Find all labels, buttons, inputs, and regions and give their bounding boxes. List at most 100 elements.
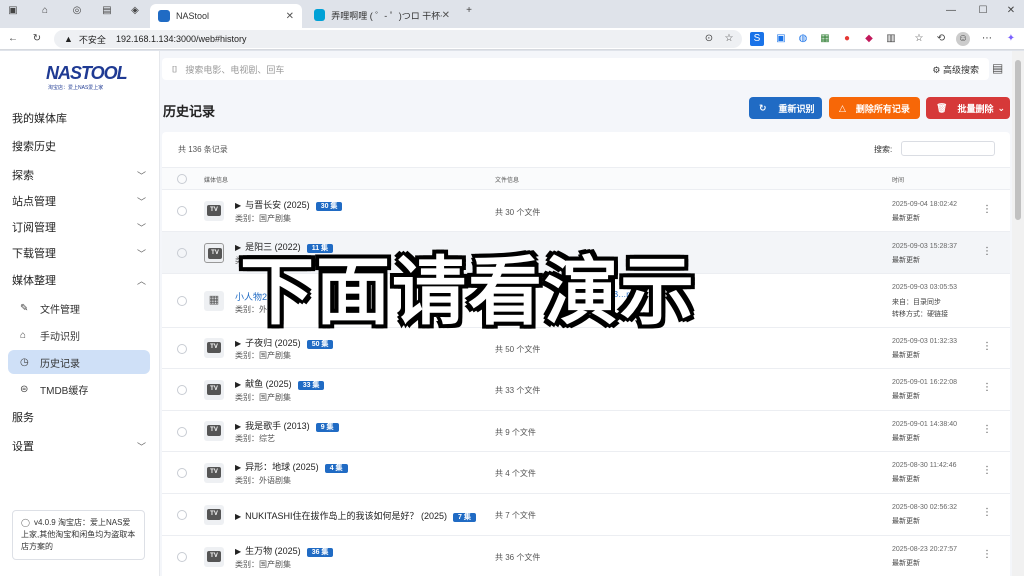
row-checkbox[interactable]	[177, 296, 187, 306]
update-status: 最新更新	[892, 257, 920, 264]
tab-nastool[interactable]: NAStool ✕	[150, 4, 302, 28]
sliders-icon: ⚙	[932, 64, 943, 75]
more-actions-icon[interactable]: ⋮	[982, 204, 992, 215]
sidebar-item-tmdb-cache[interactable]: ⊜ TMDB缓存	[8, 377, 150, 401]
media-search-input[interactable]: ⌷ 搜索电影、电视剧、回车 ⚙ 高级搜索	[162, 58, 989, 80]
nav-media-organize[interactable]: 媒体整理 ︿	[12, 271, 152, 289]
read-mode-icon[interactable]: ⊙	[702, 32, 716, 46]
nav-services[interactable]: 服务	[12, 408, 152, 426]
table-row[interactable]: TV ▶ NUKITASHI住在拔作岛上的我该如何是好？ (2025) 7 集 共 …	[162, 493, 1010, 535]
row-checkbox[interactable]	[177, 385, 187, 395]
nav-search-history[interactable]: 搜索历史	[12, 137, 152, 155]
advanced-search-link[interactable]: ⚙ 高级搜索	[932, 63, 979, 76]
episode-badge: 50 集	[306, 340, 334, 349]
more-actions-icon[interactable]: ⋮	[982, 246, 992, 257]
media-category: 类别：国产剧集	[235, 393, 291, 402]
nav-settings[interactable]: 设置 ﹀	[12, 437, 152, 455]
select-all-checkbox[interactable]	[177, 174, 187, 184]
scrollbar-thumb[interactable]	[1015, 60, 1021, 220]
back-icon[interactable]: ←	[6, 32, 20, 46]
extension-s-icon[interactable]: S	[750, 32, 764, 46]
history-icon[interactable]: ⟲	[934, 32, 948, 46]
favorites-bar-icon[interactable]: ☆	[912, 32, 926, 46]
home-icon[interactable]: ⌂	[38, 4, 52, 18]
media-title[interactable]: ▶ 与晋长安 (2025) 30 集	[235, 198, 343, 211]
row-checkbox[interactable]	[177, 510, 187, 520]
media-title[interactable]: ▶ 异形：地球 (2025) 4 集	[235, 460, 348, 473]
tv-icon: TV	[204, 243, 224, 263]
row-checkbox[interactable]	[177, 248, 187, 258]
table-search-input[interactable]	[901, 141, 995, 156]
address-bar-row: ← ↻ ▲ 不安全 192.168.1.134:3000/web#history…	[0, 28, 1024, 50]
delete-all-records-button[interactable]: △ 删除所有记录	[829, 97, 920, 119]
new-tab-icon[interactable]: +	[462, 4, 476, 18]
extension-icon[interactable]: ◆	[862, 32, 876, 46]
tab-actions-icon[interactable]: ▣	[6, 4, 20, 18]
row-checkbox[interactable]	[177, 206, 187, 216]
nav-explore[interactable]: 探索 ﹀	[12, 166, 152, 184]
reidentify-button[interactable]: ↻ 重新识别	[749, 97, 822, 119]
warning-icon: △	[839, 102, 846, 113]
media-title[interactable]: ▶ 献鱼 (2025) 33 集	[235, 377, 325, 390]
window-close-icon[interactable]: ✕	[1004, 4, 1018, 18]
dsm-icon[interactable]: ▤	[100, 4, 114, 18]
episode-badge: 4 集	[324, 464, 348, 473]
row-checkbox[interactable]	[177, 468, 187, 478]
episode-badge: 36 集	[306, 548, 334, 557]
media-title[interactable]: ▶ NUKITASHI住在拔作岛上的我该如何是好？ (2025) 7 集	[235, 509, 476, 522]
sidebar-item-file-manager[interactable]: ✎ 文件管理	[8, 296, 150, 320]
more-actions-icon[interactable]: ⋮	[982, 424, 992, 435]
row-checkbox[interactable]	[177, 552, 187, 562]
row-checkbox[interactable]	[177, 344, 187, 354]
sidebar-item-history[interactable]: ◷ 历史记录	[8, 350, 150, 374]
tab-bilibili[interactable]: 弄哩啊哩 ( ゜- ゜)つロ 干杯~-bilibili ✕	[308, 4, 456, 26]
file-info[interactable]: 共 4 个文件	[495, 468, 536, 479]
nav-site-management[interactable]: 站点管理 ﹀	[12, 192, 152, 210]
globe-icon[interactable]: ◎	[70, 4, 84, 18]
media-title[interactable]: ▶ 生万物 (2025) 36 集	[235, 544, 334, 557]
minimize-icon[interactable]: —	[944, 4, 958, 18]
tab-favicon-icon[interactable]: ◈	[128, 4, 142, 18]
url-field[interactable]: ▲ 不安全 192.168.1.134:3000/web#history	[54, 30, 742, 48]
table-row[interactable]: TV ▶ 我是歌手 (2013) 9 集 类别：综艺 共 9 个文件 2025-09…	[162, 410, 1010, 451]
table-row[interactable]: TV ▶ 与晋长安 (2025) 30 集 类别：国产剧集 共 30 个文件 202…	[162, 189, 1010, 231]
more-actions-icon[interactable]: ⋮	[982, 549, 992, 560]
sidebar-item-manual-identify[interactable]: ⌂ 手动识别	[8, 323, 150, 347]
more-actions-icon[interactable]: ⋮	[982, 507, 992, 518]
table-row[interactable]: TV ▶ 献鱼 (2025) 33 集 类别：国产剧集 共 33 个文件 2025-…	[162, 368, 1010, 410]
chevron-down-icon: ﹀	[136, 196, 146, 207]
file-info[interactable]: 共 7 个文件	[495, 510, 536, 521]
more-actions-icon[interactable]: ⋮	[982, 341, 992, 352]
maximize-icon[interactable]: ☐	[976, 4, 990, 18]
more-menu-icon[interactable]: ⋯	[980, 32, 994, 46]
file-info[interactable]: 共 33 个文件	[495, 385, 540, 396]
profile-avatar[interactable]: ☺	[956, 32, 970, 46]
tv-icon: TV	[204, 505, 224, 525]
nav-subscription[interactable]: 订阅管理 ﹀	[12, 218, 152, 236]
row-checkbox[interactable]	[177, 427, 187, 437]
copilot-icon[interactable]: ✦	[1004, 32, 1018, 46]
document-icon[interactable]: ▤	[992, 61, 1003, 75]
file-info[interactable]: 共 50 个文件	[495, 344, 540, 355]
nav-my-library[interactable]: 我的媒体库	[12, 109, 152, 127]
nav-downloads[interactable]: 下载管理 ﹀	[12, 244, 152, 262]
extension-icon[interactable]: ▣	[774, 32, 788, 46]
file-info[interactable]: 共 9 个文件	[495, 427, 536, 438]
more-actions-icon[interactable]: ⋮	[982, 382, 992, 393]
split-screen-icon[interactable]: ▥	[884, 32, 898, 46]
reload-icon[interactable]: ↻	[30, 32, 44, 46]
batch-delete-button[interactable]: 🗑 批量删除 ⌄	[926, 97, 1010, 119]
table-row[interactable]: TV ▶ 异形：地球 (2025) 4 集 类别：外语剧集 共 4 个文件 2025…	[162, 451, 1010, 493]
extension-icon[interactable]: ◍	[796, 32, 810, 46]
favorite-icon[interactable]: ☆	[722, 32, 736, 46]
more-actions-icon[interactable]: ⋮	[982, 465, 992, 476]
file-info[interactable]: 共 36 个文件	[495, 552, 540, 563]
file-info[interactable]: 共 30 个文件	[495, 207, 540, 218]
table-row[interactable]: TV ▶ 生万物 (2025) 36 集 类别：国产剧集 共 36 个文件 2025…	[162, 535, 1010, 576]
media-title[interactable]: ▶ 我是歌手 (2013) 9 集	[235, 419, 339, 432]
close-tab-icon[interactable]: ✕	[442, 10, 450, 21]
chrome-icon[interactable]: ●	[840, 32, 854, 46]
logo[interactable]: NASTOOL	[46, 63, 128, 84]
extension-icon[interactable]: ▦	[818, 32, 832, 46]
close-tab-icon[interactable]: ✕	[286, 11, 294, 22]
